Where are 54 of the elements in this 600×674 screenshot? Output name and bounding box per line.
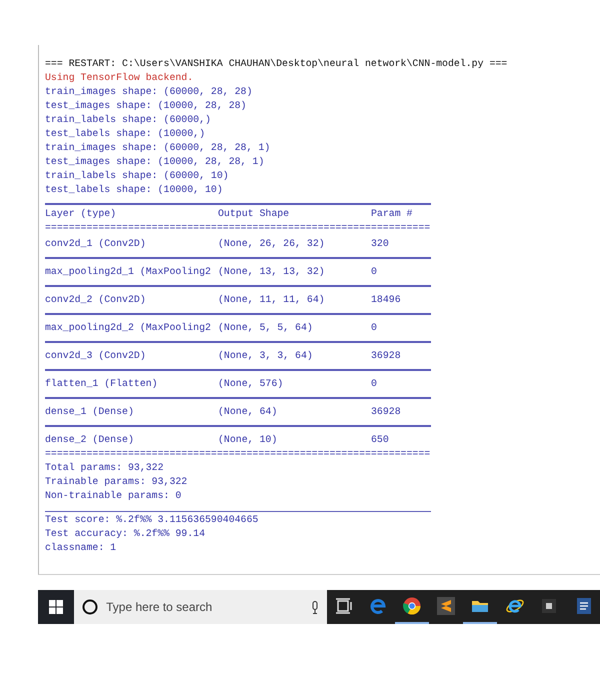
output-line: classname: 1 [45,541,116,555]
table-cell: dense_2 (Dense) [45,433,134,447]
separator-line: ================================================================= [45,221,430,235]
table-cell: 650 [371,433,389,447]
table-cell: 0 [371,377,377,391]
output-line: train_images shape: (60000, 28, 28) [45,85,252,99]
table-cell: flatten_1 (Flatten) [45,377,158,391]
output-line: Test accuracy: %.2f%% 99.14 [45,527,206,541]
table-cell: max_pooling2d_1 (MaxPooling2 [45,265,211,279]
table-cell: max_pooling2d_2 (MaxPooling2 [45,321,211,335]
column-header: Param # [371,207,412,221]
search-box[interactable]: Type here to search [74,590,327,624]
table-cell: conv2d_3 (Conv2D) [45,349,146,363]
output-line: test_labels shape: (10000,) [45,127,206,141]
output-line: train_labels shape: (60000,) [45,113,211,127]
output-line: Trainable params: 93,322 [45,475,188,489]
table-cell: 0 [371,265,377,279]
task-view-icon [334,596,354,616]
table-cell: (None, 5, 5, 64) [218,321,313,335]
output-line: Total params: 93,322 [45,461,164,475]
table-cell: (None, 3, 3, 64) [218,349,313,363]
table-cell: 320 [371,237,389,251]
table-cell: 36928 [371,349,401,363]
table-cell: dense_1 (Dense) [45,405,134,419]
table-cell: 36928 [371,405,401,419]
table-cell: 18496 [371,293,401,307]
output-line: Using TensorFlow backend. [45,71,194,85]
circle-icon [82,599,98,615]
browser-swirl-icon [368,596,388,616]
microphone-icon[interactable] [310,600,319,614]
table-cell: 0 [371,321,377,335]
restart-line: === RESTART: C:\Users\VANSHIKA CHAUHAN\Desktop\neural network\CNN-model.py === [45,57,508,71]
windows-logo-icon [49,600,64,614]
search-field[interactable]: Type here to search [104,599,305,615]
table-cell: conv2d_1 (Conv2D) [45,237,146,251]
table-cell: (None, 11, 11, 64) [218,293,325,307]
table-cell: (None, 26, 26, 32) [218,237,325,251]
table-cell: (None, 10) [218,433,278,447]
output-line: Non-trainable params: 0 [45,489,182,503]
output-line: train_images shape: (60000, 28, 28, 1) [45,141,270,155]
output-line: test_labels shape: (10000, 10) [45,183,223,197]
browser-circle-icon [402,596,422,616]
table-cell: (None, 576) [218,377,284,391]
output-line: Test score: %.2f%% 3.115636590404665 [45,513,258,527]
output-line: test_images shape: (10000, 28, 28, 1) [45,155,264,169]
column-header: Output Shape [218,207,290,221]
table-cell: (None, 13, 13, 32) [218,265,325,279]
table-cell: conv2d_2 (Conv2D) [45,293,146,307]
output-line: test_images shape: (10000, 28, 28) [45,99,246,113]
start-button[interactable] [38,590,74,624]
output-line: train_labels shape: (60000, 10) [45,169,229,183]
separator-line: ================================================================= [45,447,430,461]
table-cell: (None, 64) [218,405,278,419]
column-header: Layer (type) [45,207,116,221]
